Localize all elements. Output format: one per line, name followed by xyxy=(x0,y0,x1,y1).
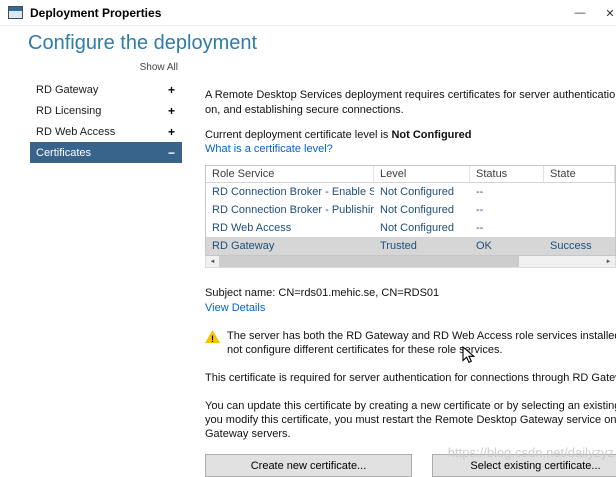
warning-icon xyxy=(205,330,220,343)
deployment-properties-app-icon xyxy=(8,6,23,19)
scrollbar-thumb[interactable] xyxy=(219,256,519,267)
sidebar-item-rd-web-access[interactable]: RD Web Access + xyxy=(30,121,182,142)
subject-name-text: Subject name: CN=rds01.mehic.se, CN=RDS0… xyxy=(205,286,616,301)
update-certificate-text: You can update this certificate by creat… xyxy=(205,399,616,441)
sidebar-item-label: Certificates xyxy=(36,147,91,159)
page-title: Configure the deployment xyxy=(28,32,257,55)
table-header-row: Role Service Level Status State xyxy=(206,166,615,183)
select-existing-certificate-button[interactable]: Select existing certificate... xyxy=(432,454,616,477)
certificate-required-text: This certificate is required for server … xyxy=(205,371,616,386)
scrollbar-track[interactable] xyxy=(519,256,602,267)
sidebar-item-certificates[interactable]: Certificates − xyxy=(30,142,182,163)
column-header-state[interactable]: State xyxy=(544,166,615,182)
table-row[interactable]: RD Connection Broker - Publishing Not Co… xyxy=(206,201,615,219)
horizontal-scrollbar[interactable]: ◄ ► xyxy=(205,256,616,268)
certificate-level-text: Current deployment certificate level is … xyxy=(205,128,616,142)
expand-icon[interactable]: + xyxy=(168,125,175,139)
sidebar-item-rd-licensing[interactable]: RD Licensing + xyxy=(30,100,182,121)
sidebar-item-label: RD Licensing xyxy=(36,105,101,117)
certificate-level-value: Not Configured xyxy=(391,129,471,141)
minimize-button[interactable]: — xyxy=(565,0,595,26)
table-row-selected[interactable]: RD Gateway Trusted OK Success xyxy=(206,237,615,255)
expand-icon[interactable]: + xyxy=(168,104,175,118)
scroll-left-icon[interactable]: ◄ xyxy=(206,256,219,267)
column-header-role-service[interactable]: Role Service xyxy=(206,166,374,182)
sidebar-item-label: RD Gateway xyxy=(36,84,98,96)
close-button[interactable]: ✕ xyxy=(595,0,616,26)
view-details-link[interactable]: View Details xyxy=(205,301,616,315)
button-row: Create new certificate... Select existin… xyxy=(205,454,616,477)
certificate-table: Role Service Level Status State RD Conne… xyxy=(205,165,616,256)
column-header-level[interactable]: Level xyxy=(374,166,470,182)
sidebar-item-label: RD Web Access xyxy=(36,126,115,138)
scroll-right-icon[interactable]: ► xyxy=(602,256,615,267)
collapse-icon[interactable]: − xyxy=(168,146,175,160)
show-all-link[interactable]: Show All xyxy=(30,60,182,79)
sidebar: Show All RD Gateway + RD Licensing + RD … xyxy=(30,60,182,163)
warning-message: The server has both the RD Gateway and R… xyxy=(205,329,616,357)
certificate-level-help-link[interactable]: What is a certificate level? xyxy=(205,142,616,156)
table-row[interactable]: RD Web Access Not Configured -- xyxy=(206,219,615,237)
table-row[interactable]: RD Connection Broker - Enable Sing Not C… xyxy=(206,183,615,201)
sidebar-item-rd-gateway[interactable]: RD Gateway + xyxy=(30,79,182,100)
window-title: Deployment Properties xyxy=(30,6,161,20)
expand-icon[interactable]: + xyxy=(168,83,175,97)
create-new-certificate-button[interactable]: Create new certificate... xyxy=(205,454,412,477)
main-content: A Remote Desktop Services deployment req… xyxy=(205,88,616,477)
window-controls: — ✕ xyxy=(565,0,616,26)
title-bar: Deployment Properties — ✕ xyxy=(0,0,616,26)
intro-text: A Remote Desktop Services deployment req… xyxy=(205,88,616,118)
column-header-status[interactable]: Status xyxy=(470,166,544,182)
